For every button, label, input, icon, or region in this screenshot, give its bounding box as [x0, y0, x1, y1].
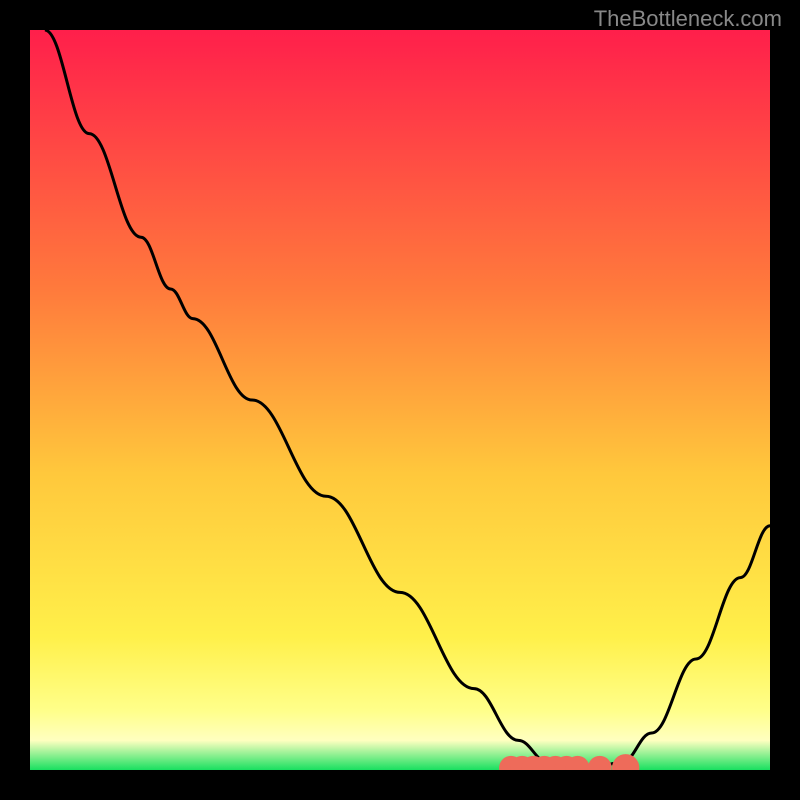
data-markers [499, 754, 639, 770]
chart-area [30, 30, 770, 770]
watermark-text: TheBottleneck.com [594, 6, 782, 32]
chart-svg [30, 30, 770, 770]
gradient-background [30, 30, 770, 770]
